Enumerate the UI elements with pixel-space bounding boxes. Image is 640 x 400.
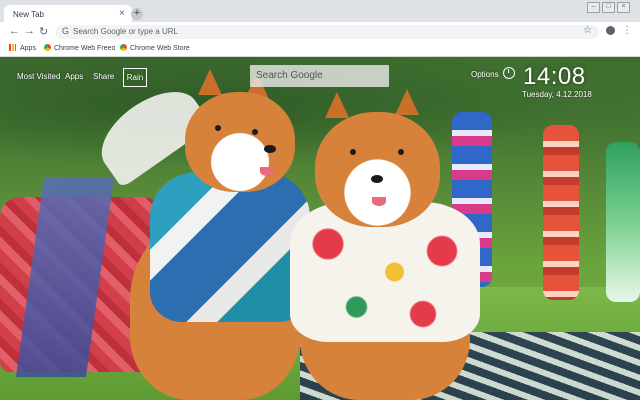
options-link[interactable]: Options: [471, 70, 499, 79]
profile-icon[interactable]: [606, 26, 615, 35]
rain-toggle-button[interactable]: Rain: [123, 68, 147, 87]
google-g-icon: G: [62, 26, 70, 36]
apps-grid-icon: [9, 44, 16, 51]
most-visited-link[interactable]: Most Visited: [17, 72, 60, 81]
clock-icon[interactable]: [503, 67, 515, 79]
bookmark-label: Chrome Web Freeo: [54, 45, 116, 52]
background-image: [0, 57, 640, 400]
share-link[interactable]: Share: [93, 72, 114, 81]
star-icon[interactable]: ☆: [583, 25, 592, 36]
reload-icon[interactable]: ↻: [39, 25, 48, 38]
toolbar: ← → ↻ G Search Google or type a URL ☆: [0, 22, 640, 42]
chrome-web-store-icon: [44, 44, 51, 51]
bookmark-apps[interactable]: Apps: [9, 44, 36, 52]
bookmark-label: Chrome Web Store: [130, 45, 190, 52]
minimize-button[interactable]: –: [587, 2, 600, 13]
search-box[interactable]: Search Google: [250, 65, 389, 87]
back-arrow-icon[interactable]: ←: [9, 25, 20, 37]
forward-arrow-icon[interactable]: →: [24, 25, 35, 37]
tab-close-icon[interactable]: ×: [119, 8, 125, 19]
close-window-button[interactable]: ×: [617, 2, 630, 13]
search-placeholder: Search Google: [256, 70, 323, 81]
maximize-button[interactable]: □: [602, 2, 615, 13]
chrome-web-store-icon: [120, 44, 127, 51]
apps-link[interactable]: Apps: [65, 72, 83, 81]
bookmarks-bar: Apps Chrome Web Freeo Chrome Web Store: [0, 42, 640, 57]
new-tab-page: [0, 57, 640, 400]
bookmark-label: Apps: [20, 45, 36, 52]
omnibox[interactable]: G Search Google or type a URL ☆: [55, 25, 599, 39]
new-tab-button[interactable]: +: [131, 8, 143, 20]
clock-date: Tuesday, 4.12.2018: [522, 90, 592, 99]
kebab-menu-icon[interactable]: ⋮: [622, 25, 632, 36]
bookmark-chrome-web-freeo[interactable]: Chrome Web Freeo: [44, 44, 115, 52]
omnibox-placeholder: Search Google or type a URL: [73, 27, 178, 36]
bookmark-chrome-web-store[interactable]: Chrome Web Store: [120, 44, 190, 52]
tab-title: New Tab: [13, 10, 44, 19]
clock-time: 14:08: [523, 63, 586, 90]
